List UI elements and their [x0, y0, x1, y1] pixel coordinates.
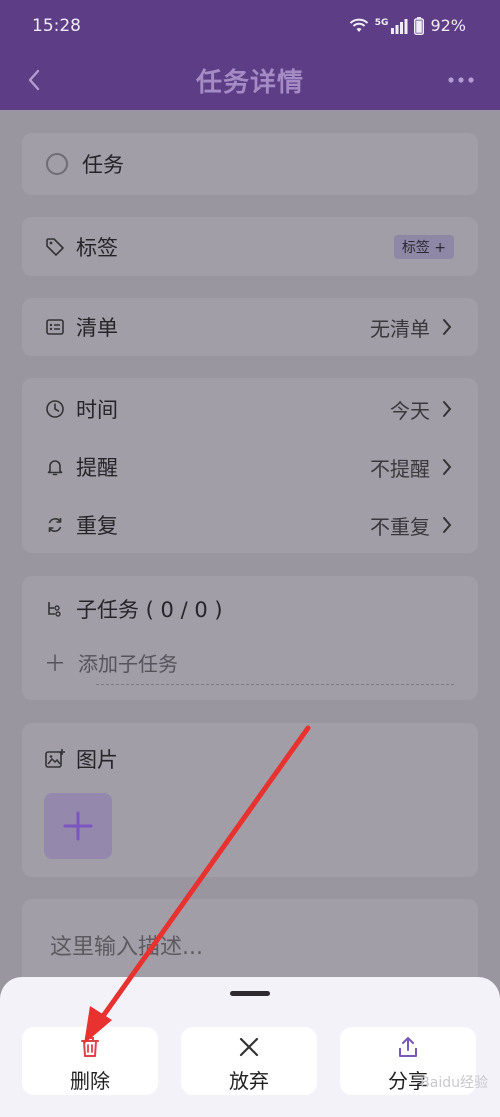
wifi-icon [349, 18, 368, 32]
tags-label: 标签 [76, 236, 118, 260]
tag-icon [44, 236, 66, 258]
share-icon [399, 1037, 417, 1057]
signal-icon [391, 18, 408, 34]
watermark: Baidu经验 [420, 1075, 488, 1091]
time-row[interactable]: 时间 今天 [22, 389, 478, 429]
status-time: 15:28 [32, 16, 81, 36]
images-header: 图片 [22, 739, 478, 779]
tags-row: 标签 标签 + [22, 227, 478, 267]
sheet-handle[interactable] [230, 991, 270, 996]
network-type: 5G [374, 17, 389, 28]
chevron-right-icon [443, 517, 452, 533]
page-title: 任务详情 [195, 68, 304, 98]
task-card: 任务 [22, 133, 478, 195]
tags-card: 标签 标签 + [22, 217, 478, 276]
chevron-right-icon [443, 459, 452, 475]
repeat-icon [44, 514, 66, 536]
repeat-row[interactable]: 重复 不重复 [22, 505, 478, 545]
reminder-value: 不提醒 [370, 456, 430, 481]
subtasks-header: 子任务 ( 0 / 0 ) [22, 589, 478, 629]
reminder-row[interactable]: 提醒 不提醒 [22, 447, 478, 487]
subtask-icon [44, 598, 66, 620]
list-row[interactable]: 清单 无清单 [22, 307, 478, 347]
subtasks-label: 子任务 ( 0 / 0 ) [76, 598, 223, 622]
action-sheet: 删除 放弃 分享 [0, 977, 500, 1117]
task-row: 任务 [22, 144, 478, 184]
complete-checkbox[interactable] [46, 153, 68, 175]
schedule-card: 时间 今天 提醒 不提醒 重复 不重复 [22, 378, 478, 553]
bell-icon [44, 456, 66, 478]
add-subtask-button[interactable]: ＋ 添加子任务 [44, 646, 178, 678]
add-image-icon [44, 748, 66, 770]
plus-icon [63, 811, 93, 841]
images-label: 图片 [76, 748, 118, 772]
discard-button[interactable]: 放弃 [181, 1027, 317, 1095]
title-row: 任务详情 [0, 56, 500, 108]
clock-icon [44, 398, 66, 420]
app-header: 15:28 5G 92% 任务详情 [0, 0, 500, 110]
status-bar: 15:28 5G 92% [0, 0, 500, 56]
add-image-button[interactable] [44, 793, 112, 859]
list-icon [44, 316, 66, 338]
reminder-label: 提醒 [76, 456, 118, 480]
subtasks-card: 子任务 ( 0 / 0 ) ＋ 添加子任务 [22, 576, 478, 700]
delete-label: 删除 [70, 1069, 110, 1093]
add-subtask-label: 添加子任务 [78, 651, 179, 676]
battery-icon [414, 16, 425, 35]
discard-label: 放弃 [229, 1069, 269, 1093]
divider [96, 684, 454, 685]
chevron-right-icon [443, 319, 452, 335]
battery-percent: 92% [430, 16, 466, 35]
time-label: 时间 [76, 398, 118, 422]
images-card: 图片 [22, 723, 478, 877]
task-name[interactable]: 任务 [82, 149, 124, 179]
more-dots-icon [448, 77, 474, 83]
chevron-right-icon [443, 401, 452, 417]
time-value: 今天 [390, 398, 430, 423]
list-label: 清单 [76, 316, 118, 340]
status-icons: 5G 92% [349, 16, 466, 35]
description-input[interactable]: 这里输入描述... [50, 929, 203, 961]
list-card[interactable]: 清单 无清单 [22, 298, 478, 356]
list-value: 无清单 [370, 316, 430, 341]
plus-icon: ＋ [44, 652, 67, 677]
close-icon [239, 1037, 259, 1057]
repeat-label: 重复 [76, 514, 118, 538]
delete-button[interactable]: 删除 [22, 1027, 158, 1095]
add-tag-chip[interactable]: 标签 + [393, 235, 454, 259]
more-button[interactable] [446, 68, 476, 92]
repeat-value: 不重复 [370, 514, 430, 539]
trash-icon [81, 1037, 99, 1057]
